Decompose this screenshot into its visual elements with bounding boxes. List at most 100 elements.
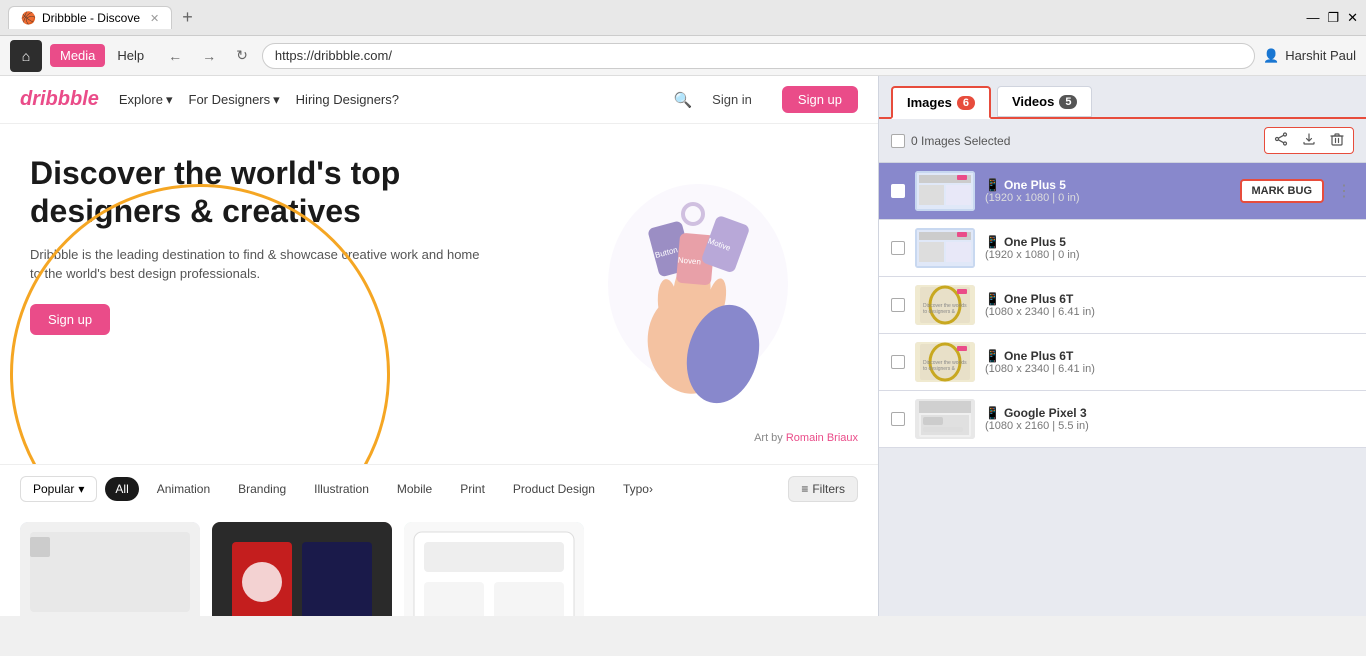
chevron-down-icon: ▾: [78, 482, 84, 496]
artist-link[interactable]: Romain Briaux: [786, 432, 858, 444]
filters-button[interactable]: ≡ Filters: [788, 476, 858, 502]
item-name-5: 📱 Google Pixel 3: [985, 406, 1354, 420]
item-dims-3: (1080 x 2340 | 6.41 in): [985, 306, 1354, 318]
item-thumbnail-5: [915, 399, 975, 439]
item-dims-4: (1080 x 2340 | 6.41 in): [985, 363, 1354, 375]
item-checkbox-1[interactable]: [891, 184, 905, 198]
item-name-2: 📱 One Plus 5: [985, 235, 1354, 249]
item-checkbox-5[interactable]: [891, 412, 905, 426]
forward-button[interactable]: →: [196, 44, 222, 68]
sign-in-link[interactable]: Sign in: [712, 92, 752, 107]
item-thumbnail-1: [915, 171, 975, 211]
item-thumbnail-2: [915, 228, 975, 268]
item-info-5: 📱 Google Pixel 3 (1080 x 2160 | 5.5 in): [985, 406, 1354, 432]
panel-toolbar: 0 Images Selected: [879, 117, 1366, 163]
item-thumbnail-3: Discover the worlds to designers &: [915, 285, 975, 325]
item-name-4: 📱 One Plus 6T: [985, 349, 1354, 363]
filter-print[interactable]: Print: [450, 477, 495, 501]
new-tab-button[interactable]: +: [176, 5, 199, 30]
back-button[interactable]: ←: [162, 44, 188, 68]
panel-tabs: Images 6 Videos 5: [879, 76, 1366, 117]
item-thumbnail-4: Discover the worlds to designers &: [915, 342, 975, 382]
dribbble-nav: Explore ▾ For Designers ▾ Hiring Designe…: [119, 92, 399, 108]
images-tab-label: Images: [907, 95, 952, 110]
item-more-button-1[interactable]: ⋮: [1334, 181, 1354, 201]
thumbnail-1[interactable]: [20, 522, 200, 616]
item-dims-1: (1920 x 1080 | 0 in): [985, 192, 1230, 204]
item-checkbox-4[interactable]: [891, 355, 905, 369]
nav-for-designers[interactable]: For Designers ▾: [189, 92, 280, 108]
image-item-2[interactable]: 📱 One Plus 5 (1920 x 1080 | 0 in): [879, 220, 1366, 277]
tab-favicon: 🏀: [21, 11, 36, 25]
hero-description: Dribbble is the leading destination to f…: [30, 245, 490, 284]
image-item-1[interactable]: 📱 One Plus 5 (1920 x 1080 | 0 in) MARK B…: [879, 163, 1366, 220]
filter-product-design[interactable]: Product Design: [503, 477, 605, 501]
item-checkbox-3[interactable]: [891, 298, 905, 312]
download-button[interactable]: [1297, 130, 1321, 151]
close-button[interactable]: ✕: [1347, 10, 1358, 26]
filter-mobile[interactable]: Mobile: [387, 477, 442, 501]
phone-icon: 📱: [985, 178, 1000, 192]
svg-text:to designers &: to designers &: [923, 366, 956, 372]
mark-bug-button-1[interactable]: MARK BUG: [1240, 179, 1325, 203]
nav-tabs: Media Help: [50, 44, 154, 67]
item-info-4: 📱 One Plus 6T (1080 x 2340 | 6.41 in): [985, 349, 1354, 375]
videos-tab-label: Videos: [1012, 94, 1054, 109]
thumbnail-3[interactable]: [404, 522, 584, 616]
filter-bar: Popular ▾ All Animation Branding Illustr…: [0, 464, 878, 512]
image-item-4[interactable]: Discover the worlds to designers & 📱 One…: [879, 334, 1366, 391]
item-name-1: 📱 One Plus 5: [985, 178, 1230, 192]
item-name-3: 📱 One Plus 6T: [985, 292, 1354, 306]
delete-button[interactable]: [1325, 130, 1349, 151]
phone-icon: 📱: [985, 406, 1000, 420]
image-item-3[interactable]: Discover the worlds to designers & 📱 One…: [879, 277, 1366, 334]
share-button[interactable]: [1269, 130, 1293, 151]
url-text: https://dribbble.com/: [275, 48, 392, 63]
phone-icon: 📱: [985, 292, 1000, 306]
chevron-down-icon: ▾: [166, 92, 173, 108]
website-content: dribbble Explore ▾ For Designers ▾ Hirin…: [0, 76, 878, 616]
filter-animation[interactable]: Animation: [147, 477, 220, 501]
thumbnails-row: [0, 512, 878, 616]
images-tab[interactable]: Images 6: [891, 86, 991, 119]
tab-close-icon[interactable]: ✕: [150, 12, 159, 25]
filter-illustration[interactable]: Illustration: [304, 477, 379, 501]
reload-button[interactable]: ↻: [230, 43, 254, 68]
hero-signup-button[interactable]: Sign up: [30, 304, 110, 335]
item-info-3: 📱 One Plus 6T (1080 x 2340 | 6.41 in): [985, 292, 1354, 318]
filter-branding[interactable]: Branding: [228, 477, 296, 501]
help-tab[interactable]: Help: [107, 44, 154, 67]
home-button[interactable]: ⌂: [10, 40, 42, 72]
minimize-button[interactable]: —: [1306, 10, 1319, 26]
images-tab-count: 6: [957, 96, 975, 110]
toolbar-actions: [1264, 127, 1354, 154]
nav-hiring[interactable]: Hiring Designers?: [296, 92, 399, 107]
profile-icon: 👤: [1263, 48, 1279, 64]
dribbble-logo: dribbble: [20, 88, 99, 111]
filter-typo[interactable]: Typo›: [613, 477, 663, 501]
select-all-checkbox[interactable]: [891, 134, 905, 148]
image-item-5[interactable]: 📱 Google Pixel 3 (1080 x 2160 | 5.5 in): [879, 391, 1366, 448]
tab-bar: 🏀 Dribbble - Discove ✕ + — ❐ ✕: [0, 0, 1366, 36]
right-panel: Images 6 Videos 5 0 Images Selected: [878, 76, 1366, 616]
nav-explore[interactable]: Explore ▾: [119, 92, 173, 108]
item-checkbox-2[interactable]: [891, 241, 905, 255]
active-tab[interactable]: 🏀 Dribbble - Discove ✕: [8, 6, 172, 29]
thumbnail-2[interactable]: [212, 522, 392, 616]
dribbble-header: dribbble Explore ▾ For Designers ▾ Hirin…: [0, 76, 878, 124]
filter-all[interactable]: All: [105, 477, 138, 501]
sign-up-button[interactable]: Sign up: [782, 86, 858, 113]
address-bar[interactable]: https://dribbble.com/: [262, 43, 1255, 69]
popular-dropdown[interactable]: Popular ▾: [20, 476, 97, 502]
hero-section: Discover the world's top designers & cre…: [0, 124, 878, 464]
phone-icon: 📱: [985, 235, 1000, 249]
media-tab[interactable]: Media: [50, 44, 105, 67]
item-dims-5: (1080 x 2160 | 5.5 in): [985, 420, 1354, 432]
maximize-button[interactable]: ❐: [1327, 10, 1339, 26]
phone-icon: 📱: [985, 349, 1000, 363]
filter-icon: ≡: [801, 482, 808, 496]
home-icon: ⌂: [22, 48, 30, 64]
hero-illustration: Button Noven Motive: [578, 144, 818, 424]
search-icon[interactable]: 🔍: [673, 91, 692, 109]
videos-tab[interactable]: Videos 5: [997, 86, 1093, 117]
